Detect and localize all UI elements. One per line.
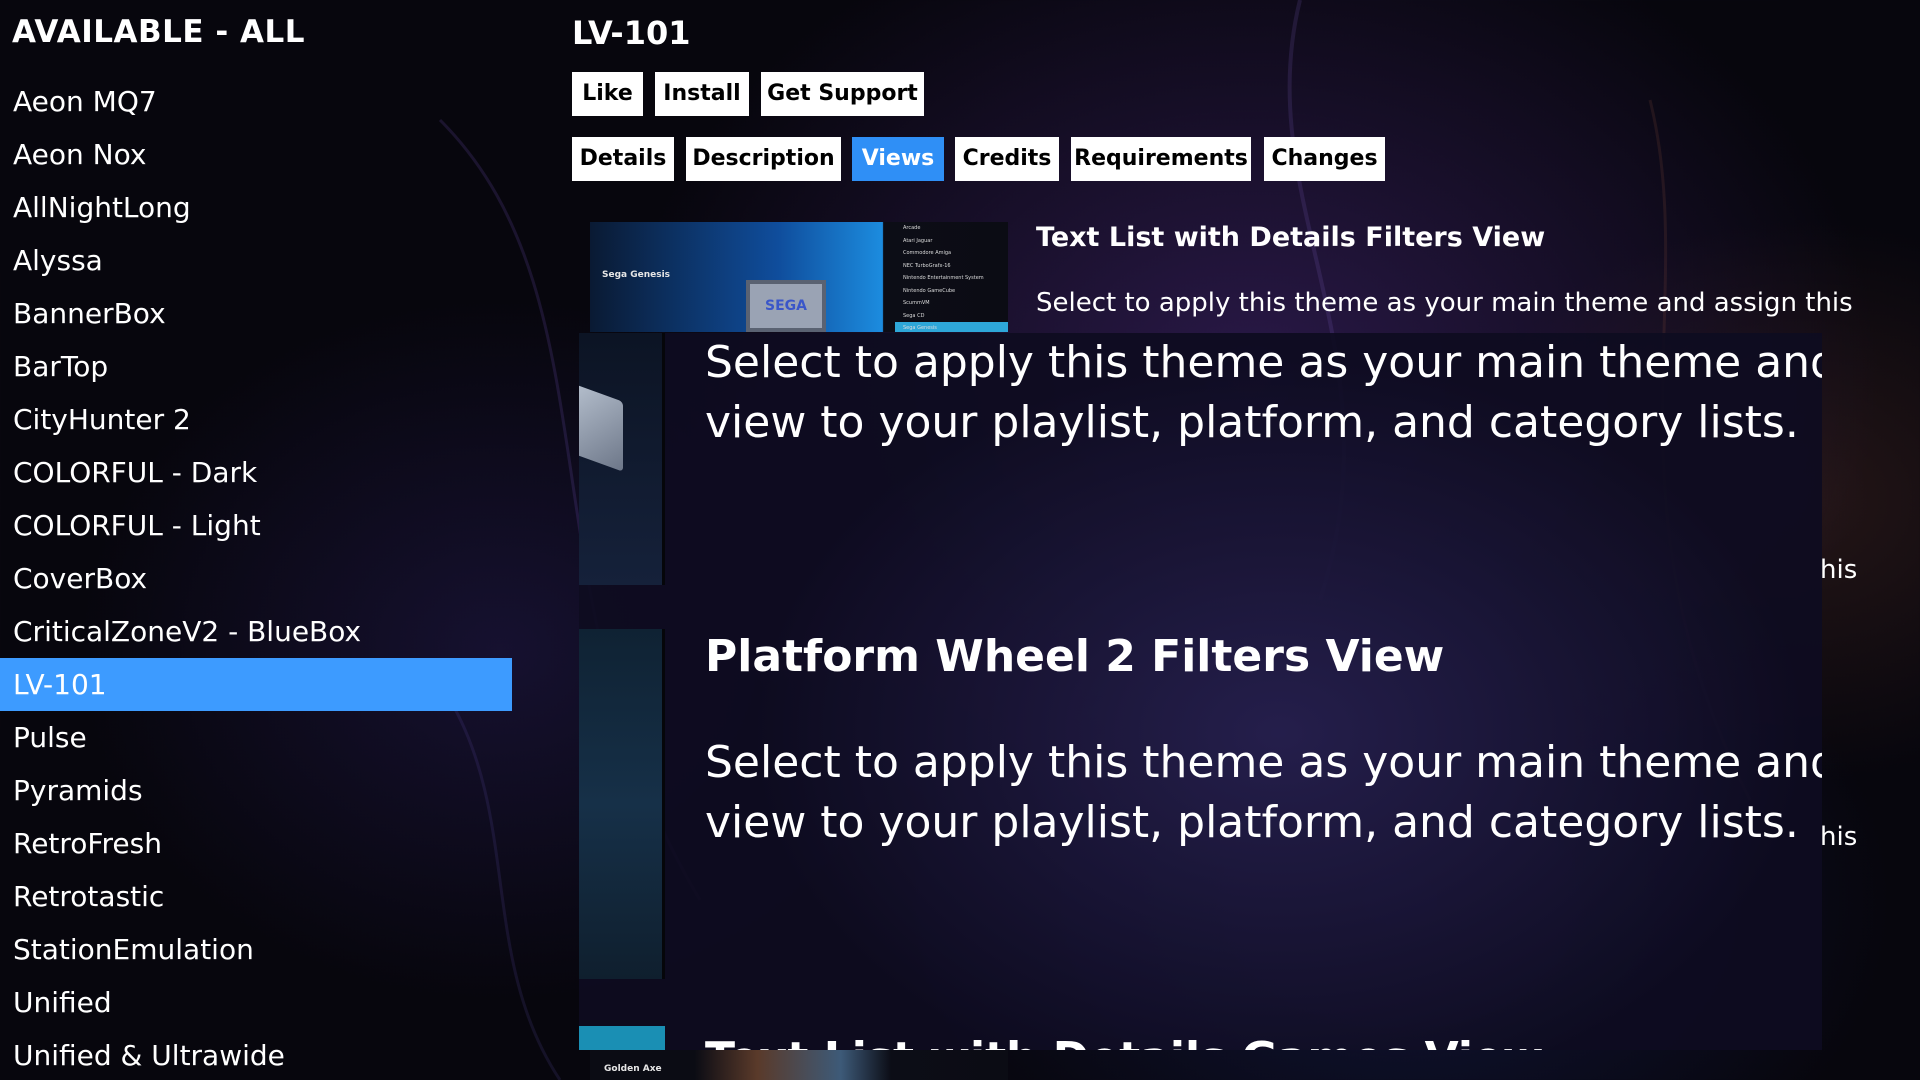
theme-item-selected[interactable]: LV-101: [0, 658, 512, 711]
theme-item[interactable]: RetroFresh: [0, 817, 512, 870]
thumbnail-menu-item: Atari Jaguar: [903, 237, 933, 244]
view-description-magnified: Select to apply this theme as your main …: [705, 733, 1822, 853]
view-preview-thumbnail[interactable]: [579, 333, 665, 585]
thumbnail-caption: Sega Genesis: [602, 270, 671, 280]
sidebar-title: AVAILABLE - ALL: [12, 14, 306, 50]
theme-item[interactable]: Retrotastic: [0, 870, 512, 923]
view-name-partial[interactable]: Text List with Details Games View: [705, 1033, 1543, 1050]
theme-item[interactable]: COLORFUL - Dark: [0, 446, 512, 499]
magnified-line: Select to apply this theme as your main …: [705, 737, 1822, 788]
view-name[interactable]: Text List with Details Filters View: [1036, 222, 1545, 253]
theme-item[interactable]: CoverBox: [0, 552, 512, 605]
theme-list: Aeon MQ7 Aeon Nox AllNightLong Alyssa Ba…: [0, 75, 512, 1080]
view-description: Select to apply this theme as your main …: [1036, 288, 1856, 318]
install-button[interactable]: Install: [655, 72, 749, 116]
description-fragment: his: [1820, 555, 1858, 585]
tab-description[interactable]: Description: [686, 137, 841, 181]
theme-item[interactable]: Unified & Ultrawide: [0, 1029, 512, 1080]
view-name[interactable]: Platform Wheel 2 Filters View: [705, 631, 1444, 682]
view-preview-thumbnail[interactable]: Golden Axe: [590, 1050, 1008, 1080]
like-button[interactable]: Like: [572, 72, 643, 116]
thumbnail-menu-item: Nintendo GameCube: [903, 287, 956, 294]
tab-requirements[interactable]: Requirements: [1071, 137, 1251, 181]
theme-item[interactable]: COLORFUL - Light: [0, 499, 512, 552]
tab-changes[interactable]: Changes: [1264, 137, 1385, 181]
theme-item[interactable]: Aeon Nox: [0, 128, 512, 181]
theme-item[interactable]: Unified: [0, 976, 512, 1029]
theme-item[interactable]: CriticalZoneV2 - BlueBox: [0, 605, 512, 658]
thumbnail-caption: Golden Axe: [604, 1064, 662, 1074]
console-image: SEGA: [746, 280, 826, 332]
theme-sidebar: AVAILABLE - ALL Aeon MQ7 Aeon Nox AllNig…: [0, 0, 512, 1080]
thumbnail-menu-item: NEC TurboGrafx-16: [903, 262, 951, 269]
magnified-line: Select to apply this theme as your main …: [705, 337, 1822, 388]
console-image: [579, 384, 623, 472]
thumbnail-menu-item: Sega CD: [903, 312, 925, 319]
theme-item[interactable]: Pulse: [0, 711, 512, 764]
theme-item[interactable]: BannerBox: [0, 287, 512, 340]
magnifier-overlay: › Select to apply this theme as your mai…: [579, 333, 1822, 1050]
tab-details[interactable]: Details: [572, 137, 674, 181]
theme-item[interactable]: CityHunter 2: [0, 393, 512, 446]
theme-title: LV-101: [572, 14, 691, 52]
thumbnail-menu-item: ScummVM: [903, 300, 930, 306]
theme-item[interactable]: StationEmulation: [0, 923, 512, 976]
get-support-button[interactable]: Get Support: [761, 72, 924, 116]
view-preview-thumbnail[interactable]: Sega Genesis SEGA Arcade Atari Jaguar Co…: [590, 222, 1008, 332]
description-fragment: his: [1820, 822, 1858, 852]
tab-credits[interactable]: Credits: [955, 137, 1059, 181]
view-description-magnified: Select to apply this theme as your main …: [705, 333, 1822, 453]
view-preview-thumbnail[interactable]: [579, 1026, 665, 1050]
magnified-line: view to your playlist, platform, and cat…: [705, 397, 1799, 448]
view-preview-thumbnail[interactable]: ›: [579, 629, 665, 979]
theme-item[interactable]: BarTop: [0, 340, 512, 393]
theme-item[interactable]: AllNightLong: [0, 181, 512, 234]
thumbnail-menu-item: Commodore Amiga: [903, 250, 952, 256]
theme-item[interactable]: Pyramids: [0, 764, 512, 817]
theme-item[interactable]: Aeon MQ7: [0, 75, 512, 128]
magnified-line: view to your playlist, platform, and cat…: [705, 797, 1799, 848]
thumbnail-menu-item-highlighted: Sega Genesis: [895, 322, 1008, 332]
thumbnail-menu-item: Arcade: [903, 225, 921, 231]
thumbnail-platform-menu: Arcade Atari Jaguar Commodore Amiga NEC …: [895, 222, 1008, 332]
tab-views[interactable]: Views: [852, 137, 944, 181]
thumbnail-menu-item: Nintendo Entertainment System: [903, 275, 984, 281]
theme-item[interactable]: Alyssa: [0, 234, 512, 287]
